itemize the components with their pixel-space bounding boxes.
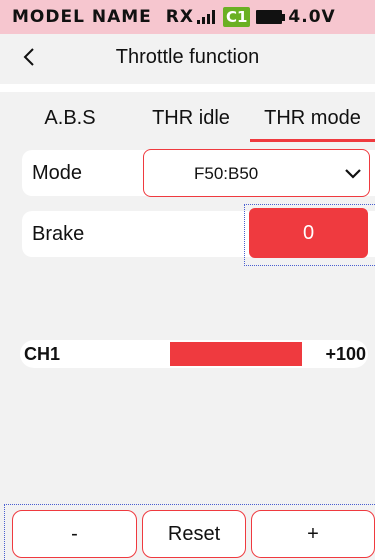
status-bar: MODEL NAME RX C1 4.0V [0, 0, 375, 34]
channel-level-fill [170, 342, 302, 366]
active-tab-indicator [250, 139, 375, 142]
model-name: MODEL NAME [12, 7, 152, 27]
mode-value: F50:B50 [194, 164, 259, 183]
channel-value: +100 [325, 344, 366, 364]
channel-badge: C1 [222, 7, 251, 27]
channel-track [170, 342, 302, 366]
battery-voltage: 4.0V [288, 7, 336, 27]
increment-button[interactable]: + [251, 510, 375, 558]
tab-thr-idle[interactable]: THR idle [130, 96, 252, 140]
page-title: Throttle function [115, 45, 260, 68]
reset-button[interactable]: Reset [142, 510, 246, 558]
header-divider [0, 84, 375, 92]
battery-icon [256, 10, 286, 24]
back-chevron-icon[interactable] [18, 44, 42, 70]
tab-thr-mode[interactable]: THR mode [250, 96, 375, 140]
channel-monitor: CH1 +100 [20, 340, 368, 368]
signal-bars-icon [196, 10, 215, 24]
receiver-label: RX [165, 7, 194, 27]
channel-label: CH1 [24, 344, 61, 364]
tab-abs[interactable]: A.B.S [0, 96, 140, 140]
chevron-down-icon [345, 169, 361, 179]
header: Throttle function [0, 34, 375, 80]
tab-bar: A.B.S THR idle THR mode [0, 96, 375, 144]
brake-label: Brake [32, 223, 85, 245]
brake-value-field[interactable]: 0 [249, 208, 368, 258]
mode-dropdown[interactable]: F50:B50 [143, 149, 370, 197]
mode-label: Mode [32, 162, 83, 184]
decrement-button[interactable]: - [12, 510, 137, 558]
